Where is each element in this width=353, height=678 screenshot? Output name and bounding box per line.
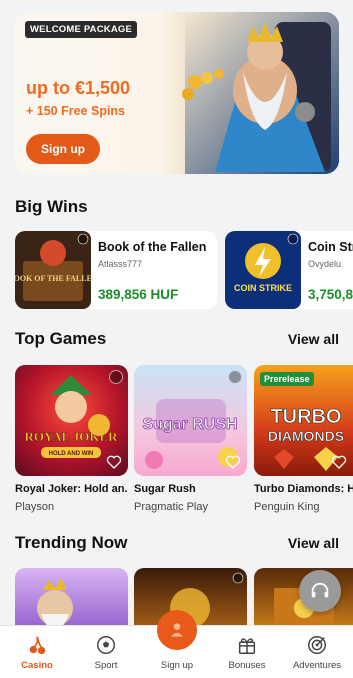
target-icon [308, 636, 326, 654]
book-of-the-fallen-thumbnail: BOOK OF THE FALLEN [15, 231, 91, 309]
game-tile-turbo-diamonds[interactable]: TURBO DIAMONDS Prerelease [254, 365, 353, 476]
sugar-rush-art-text: Sugar RUSH [142, 416, 237, 433]
turbo-art-text: TURBO [270, 406, 341, 428]
support-chat-button[interactable] [299, 570, 341, 612]
soccer-ball-icon [97, 636, 115, 654]
big-win-amount: 389,856 HUF [98, 287, 179, 302]
big-win-username: Ovydelu [308, 259, 342, 269]
big-win-game-name: Coin Str [308, 240, 353, 254]
clock-icon [109, 370, 123, 384]
trending-view-all-link[interactable]: View all [288, 535, 339, 551]
game-title[interactable]: Sugar Rush [134, 483, 247, 495]
nav-adventures[interactable]: Adventures [287, 626, 347, 678]
signup-fab-button[interactable] [157, 610, 197, 650]
nav-label: Sport [94, 660, 118, 671]
game-tile-sugar-rush[interactable]: Sugar RUSH [134, 365, 247, 476]
diamonds-art-text: DIAMONDS [268, 428, 344, 444]
cherries-icon [29, 636, 46, 655]
big-wins-title: Big Wins [15, 197, 88, 216]
game-title[interactable]: Turbo Diamonds: Ho [254, 483, 353, 495]
game-provider: Penguin King [254, 501, 320, 513]
favorite-heart-icon[interactable] [225, 454, 241, 470]
trending-now-title: Trending Now [15, 533, 128, 552]
gift-icon [238, 638, 256, 654]
nav-bonuses[interactable]: Bonuses [217, 626, 277, 678]
nav-label: Bonuses [228, 660, 266, 671]
prerelease-badge: Prerelease [260, 372, 314, 386]
top-games-view-all-link[interactable]: View all [288, 331, 339, 347]
top-games-title: Top Games [15, 329, 107, 348]
nav-sport[interactable]: Sport [76, 626, 136, 678]
bonus-amount: up to €1,500 [26, 78, 131, 98]
big-win-card[interactable]: BOOK OF THE FALLEN Book of the Fallen At… [15, 231, 217, 309]
nav-label: Casino [21, 660, 53, 671]
big-win-username: Atlasss777 [98, 259, 143, 269]
game-provider: Playson [15, 501, 55, 513]
favorite-heart-icon[interactable] [106, 454, 122, 470]
nav-casino[interactable]: Casino [7, 626, 67, 678]
nav-label: Sign up [160, 660, 194, 671]
book-fallen-art-text: BOOK OF THE FALLEN [15, 274, 91, 283]
headset-icon [311, 582, 329, 598]
big-win-game-name: Book of the Fallen [98, 240, 207, 254]
big-win-amount: 3,750,8 [308, 287, 353, 302]
welcome-package-badge: WELCOME PACKAGE [25, 21, 138, 38]
welcome-banner[interactable]: WELCOME PACKAGE up to €1,500 + 150 Free … [15, 12, 339, 174]
coin-strike-thumbnail: COIN STRIKE [225, 231, 301, 309]
game-provider: Pragmatic Play [134, 501, 208, 513]
nav-label: Adventures [292, 660, 342, 671]
free-spins-text: + 150 Free Spins [26, 104, 126, 118]
clock-icon [228, 370, 242, 384]
favorite-heart-icon[interactable] [331, 454, 347, 470]
hero-signup-button[interactable]: Sign up [26, 134, 100, 164]
coin-strike-art-text: COIN STRIKE [234, 283, 292, 293]
hold-and-win-art-text: HOLD AND WIN [49, 451, 94, 457]
user-icon [171, 623, 183, 637]
game-title[interactable]: Royal Joker: Hold an... [15, 483, 128, 495]
game-tile-royal-joker[interactable]: ROYAL JOKER HOLD AND WIN [15, 365, 128, 476]
zeus-illustration [182, 12, 339, 174]
big-win-card[interactable]: COIN STRIKE Coin Str Ovydelu 3,750,8 [225, 231, 353, 309]
